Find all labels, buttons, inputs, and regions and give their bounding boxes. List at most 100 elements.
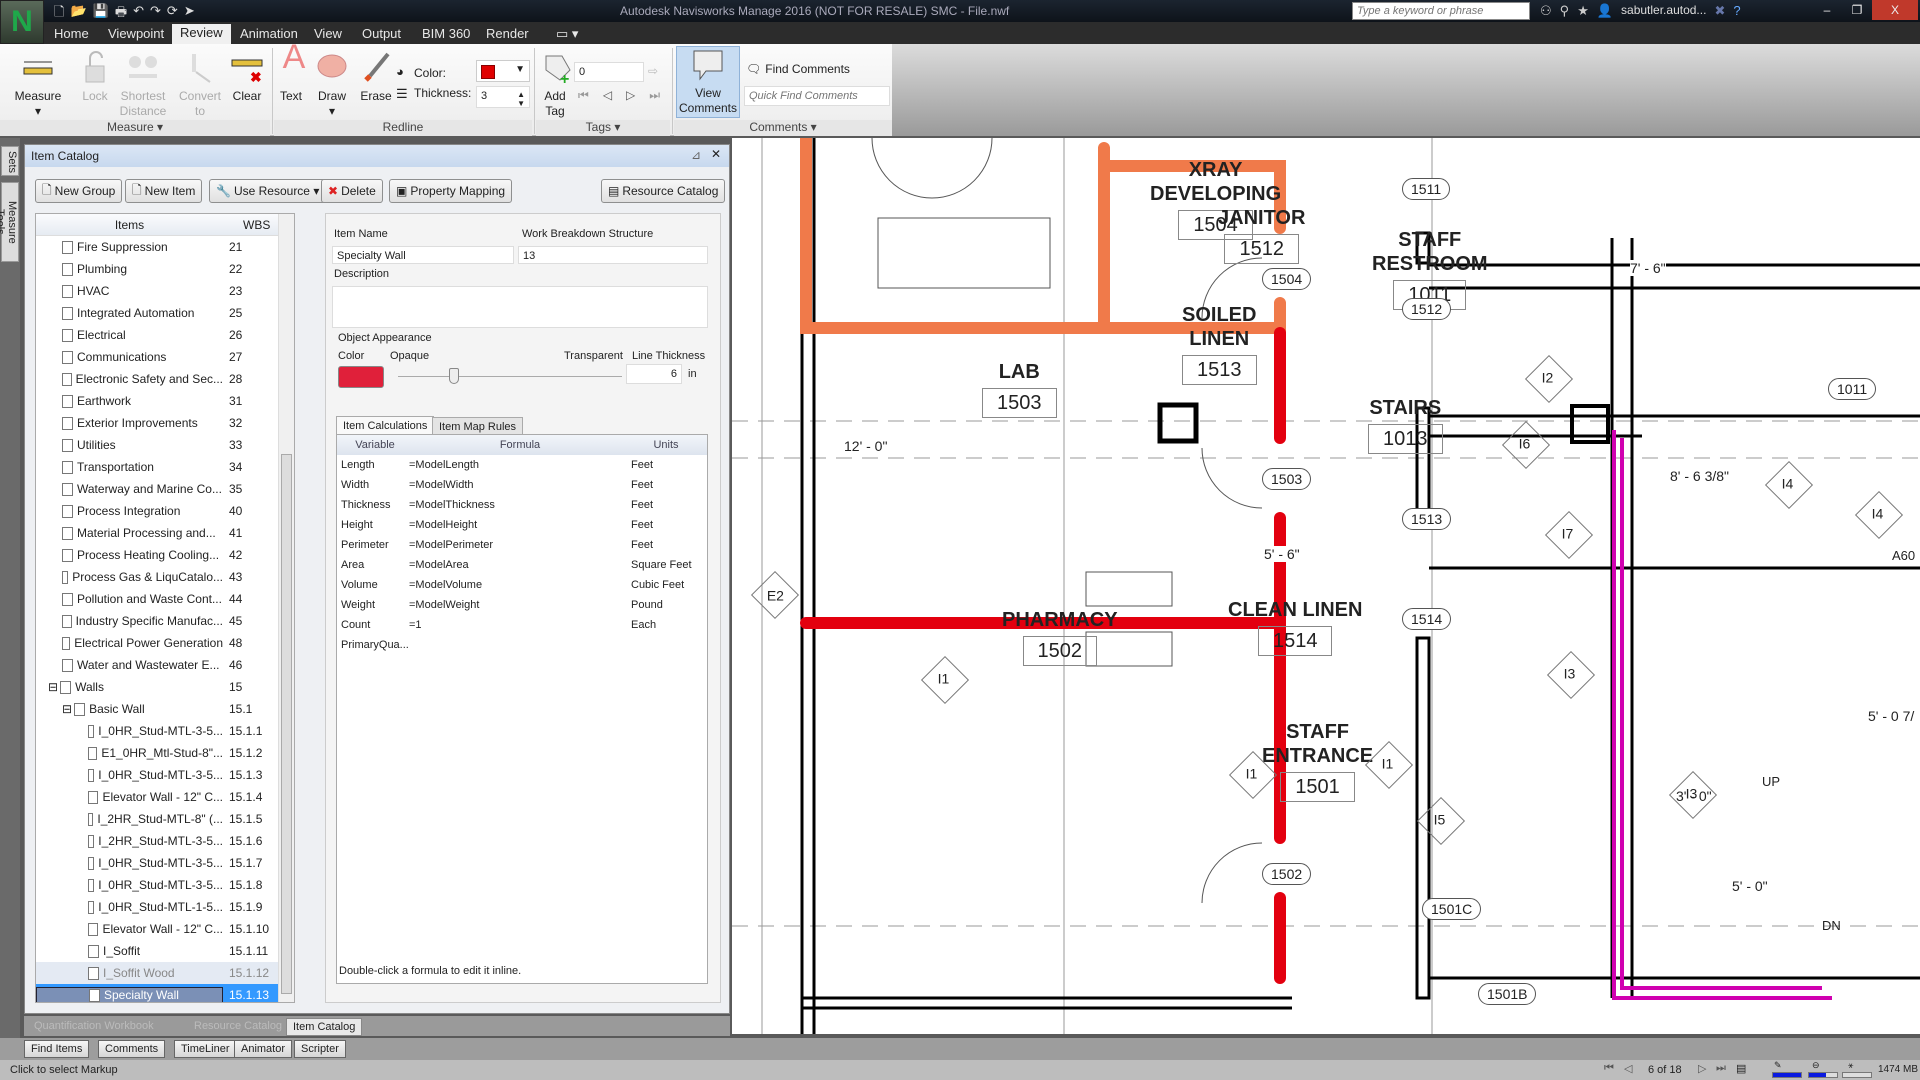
star-icon[interactable]: ★ (1577, 3, 1589, 19)
tab-animator[interactable]: Animator (234, 1040, 293, 1058)
add-tag-button[interactable]: + Add Tag (540, 50, 571, 119)
calc-formula[interactable]: =ModelArea (409, 559, 631, 571)
calc-variable[interactable]: Weight (337, 599, 409, 611)
calc-units[interactable]: Feet (631, 499, 701, 511)
tab-bim360[interactable]: BIM 360 (414, 25, 478, 42)
redline-group-label[interactable]: Redline (274, 120, 532, 136)
calc-row[interactable]: Area =ModelArea Square Feet (337, 555, 707, 575)
tree-row[interactable]: Utilities 33 (36, 434, 294, 456)
calc-formula[interactable]: =ModelPerimeter (409, 539, 631, 551)
tab-item-calculations[interactable]: Item Calculations (336, 416, 435, 435)
calc-variable[interactable]: Thickness (337, 499, 409, 511)
property-mapping-button[interactable]: ▣ Property Mapping (389, 179, 513, 203)
lock-button[interactable]: Lock (78, 50, 112, 104)
tree-row[interactable]: Fire Suppression 21 (36, 236, 294, 258)
draw-button[interactable]: Draw ▾ (314, 50, 350, 119)
tree-row[interactable]: ⊟ Walls 15 (36, 676, 294, 698)
thickness-spinner[interactable]: 3 ▲ ▼ (476, 86, 530, 108)
tab-review[interactable]: Review (172, 24, 231, 44)
user-name[interactable]: sabutler.autod... (1621, 3, 1706, 19)
satellite-icon[interactable]: ⚲ (1560, 3, 1570, 19)
tree-row[interactable]: Water and Wastewater E... 46 (36, 654, 294, 676)
calc-variable[interactable]: Length (337, 459, 409, 471)
panel-close-icon[interactable]: ✕ (711, 147, 721, 161)
tree-row[interactable]: I_2HR_Stud-MTL-8" (... 15.1.5 (36, 808, 294, 830)
exchange-icon[interactable]: ✖ (1714, 3, 1725, 19)
tab-output[interactable]: Output (354, 25, 409, 42)
tree-row[interactable]: I_0HR_Stud-MTL-3-5... 15.1.8 (36, 874, 294, 896)
tree-row[interactable]: I_Soffit Wood 15.1.12 (36, 962, 294, 984)
workspace-dropdown-icon[interactable]: ▭ ▾ (548, 25, 586, 43)
comments-group-label[interactable]: Comments ▾ (674, 120, 892, 136)
tab-find-items[interactable]: Find Items (24, 1040, 90, 1058)
tab-scripter[interactable]: Scripter (294, 1040, 346, 1058)
tree-row[interactable]: Electrical Power Generation 48 (36, 632, 294, 654)
user-icon[interactable]: 👤 (1597, 3, 1613, 19)
first-tag-icon[interactable]: ⏮ (578, 88, 589, 103)
tag-number-spinner[interactable]: 0 (574, 62, 644, 82)
new-item-button[interactable]: 🗋 New Item (125, 179, 203, 203)
model-view-canvas[interactable]: XRAY DEVELOPING 1504 LAB 1503 PHARMACY 1502 JA… (732, 138, 1920, 1034)
tree-row[interactable]: Plumbing 22 (36, 258, 294, 280)
tree-row[interactable]: Exterior Improvements 32 (36, 412, 294, 434)
first-sheet-icon[interactable]: ⏮ (1604, 1062, 1614, 1075)
calc-units[interactable]: Feet (631, 539, 701, 551)
text-redline-button[interactable]: A Text (276, 40, 306, 104)
calc-variable[interactable]: Count (337, 619, 409, 631)
tree-row[interactable]: Integrated Automation 25 (36, 302, 294, 324)
calc-variable[interactable]: Width (337, 479, 409, 491)
tab-home[interactable]: Home (46, 25, 97, 42)
view-comments-button[interactable]: View Comments (676, 46, 740, 118)
close-button[interactable]: X (1872, 0, 1918, 20)
calc-row[interactable]: Length =ModelLength Feet (337, 455, 707, 475)
tree-row[interactable]: E1_0HR_Mtl-Stud-8"... 15.1.2 (36, 742, 294, 764)
calc-formula[interactable]: =ModelLength (409, 459, 631, 471)
next-tag-icon[interactable]: ▷ (626, 88, 635, 103)
next-sheet-icon[interactable]: ▷ (1698, 1062, 1706, 1075)
tree-row[interactable]: Waterway and Marine Co... 35 (36, 478, 294, 500)
calc-formula[interactable]: =ModelHeight (409, 519, 631, 531)
goto-tag-icon[interactable]: ⇨ (648, 64, 658, 78)
delete-button[interactable]: ✖ Delete (321, 179, 383, 203)
tree-row[interactable]: Electrical 26 (36, 324, 294, 346)
tree-row[interactable]: I_2HR_Stud-MTL-3-5... 15.1.6 (36, 830, 294, 852)
wbs-column-header[interactable]: WBS (223, 214, 270, 235)
calc-variable[interactable]: Height (337, 519, 409, 531)
tree-row[interactable]: I_0HR_Stud-MTL-3-5... 15.1.1 (36, 720, 294, 742)
line-thickness-input[interactable]: 6 (626, 364, 682, 384)
tree-scrollbar[interactable] (278, 214, 294, 1002)
tree-row[interactable]: Industry Specific Manufac... 45 (36, 610, 294, 632)
tab-item-catalog[interactable]: Item Catalog (286, 1018, 363, 1036)
tree-row[interactable]: ⊟ Basic Wall 15.1 (36, 698, 294, 720)
tab-quantification-workbook[interactable]: Quantification Workbook (28, 1018, 160, 1034)
help-icon[interactable]: ? (1733, 3, 1740, 19)
prev-tag-icon[interactable]: ◁ (603, 88, 612, 103)
scrollbar-thumb[interactable] (281, 454, 292, 994)
calc-formula[interactable]: =ModelWidth (409, 479, 631, 491)
tree-row[interactable]: I_Soffit 15.1.11 (36, 940, 294, 962)
tags-group-label[interactable]: Tags ▾ (536, 120, 670, 136)
tree-row[interactable]: Earthwork 31 (36, 390, 294, 412)
erase-button[interactable]: Erase (358, 50, 394, 104)
minimize-button[interactable]: – (1812, 0, 1842, 20)
tree-row[interactable]: Process Heating Cooling... 42 (36, 544, 294, 566)
calc-formula[interactable]: =ModelWeight (409, 599, 631, 611)
calc-units[interactable]: Feet (631, 519, 701, 531)
tree-row[interactable]: Process Gas & LiquCatalo... 43 (36, 566, 294, 588)
calc-units[interactable]: Square Feet (631, 559, 701, 571)
prev-sheet-icon[interactable]: ◁ (1624, 1062, 1632, 1075)
tab-view[interactable]: View (306, 25, 350, 42)
tree-row[interactable]: I_0HR_Stud-MTL-1-5... 15.1.9 (36, 896, 294, 918)
tab-timeliner[interactable]: TimeLiner (174, 1040, 237, 1058)
calc-units[interactable]: Pound (631, 599, 701, 611)
calc-row[interactable]: Perimeter =ModelPerimeter Feet (337, 535, 707, 555)
calc-formula[interactable]: =1 (409, 619, 631, 631)
use-resource-button[interactable]: 🔧 Use Resource ▾ (209, 179, 327, 203)
shortest-distance-button[interactable]: Shortest Distance (118, 50, 168, 119)
tree-row[interactable]: I_0HR_Stud-MTL-3-5... 15.1.7 (36, 852, 294, 874)
redline-color-dropdown[interactable]: ▼ (476, 60, 530, 82)
collapse-icon[interactable]: ⊟ (48, 680, 58, 694)
measure-tools-tab[interactable]: Measure Tools (0, 182, 19, 262)
binoculars-icon[interactable]: ⚇ (1540, 3, 1552, 19)
calc-units[interactable]: Each (631, 619, 701, 631)
